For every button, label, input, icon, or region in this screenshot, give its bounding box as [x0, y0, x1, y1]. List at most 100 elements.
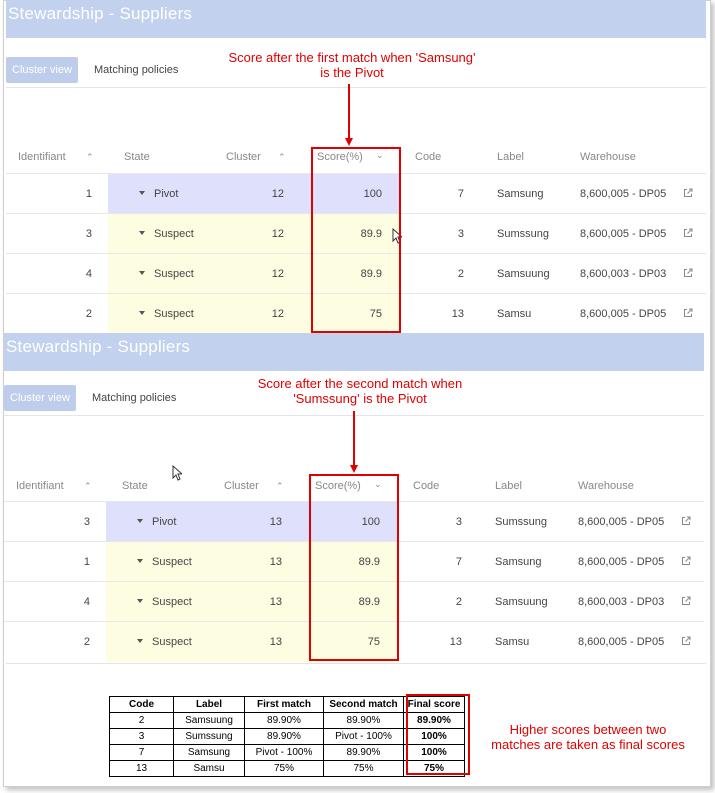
- summary-cell: 13: [109, 760, 174, 777]
- column-cluster[interactable]: Cluster: [224, 480, 259, 492]
- cell-state: Suspect: [154, 268, 194, 280]
- summary-cell: 75%: [244, 760, 324, 777]
- cell-state: Suspect: [154, 228, 194, 240]
- annotation-arrow: [348, 84, 350, 139]
- cell-label: Samsung: [497, 188, 544, 200]
- annotation-second-match: Score after the second match when 'Sumss…: [210, 376, 510, 406]
- sort-chevron-icon[interactable]: ⌃: [276, 481, 284, 492]
- column-label[interactable]: Label: [495, 480, 522, 492]
- summary-cell: 75%: [323, 760, 404, 777]
- cell-warehouse: 8,600,005 - DP05: [578, 516, 665, 528]
- score-highlight-box: [309, 474, 399, 661]
- external-link-icon[interactable]: [681, 636, 691, 646]
- cell-code: 7: [455, 556, 462, 568]
- external-link-icon[interactable]: [683, 188, 693, 198]
- cell-warehouse: 8,600,003 - DP03: [578, 596, 665, 608]
- external-link-icon[interactable]: [683, 268, 693, 278]
- column-code[interactable]: Code: [413, 480, 439, 492]
- summary-cell: Pivot - 100%: [323, 728, 404, 745]
- cell-state: Pivot: [154, 188, 179, 200]
- page-title: Stewardship - Suppliers: [8, 4, 193, 23]
- summary-cell: Samsung: [173, 744, 245, 761]
- summary-cell: 89.90%: [323, 712, 404, 729]
- cell-label: Sumssung: [497, 228, 549, 240]
- annotation-line: is the Pivot: [320, 65, 384, 80]
- cell-identifiant: 4: [85, 268, 92, 280]
- triangle-down-icon[interactable]: [139, 271, 145, 275]
- cell-label: Samsung: [495, 556, 542, 568]
- annotation-arrow: [353, 411, 355, 466]
- cell-cluster: 13: [269, 596, 282, 608]
- annotation-line: Score after the second match when: [257, 376, 463, 391]
- external-link-icon[interactable]: [683, 308, 693, 318]
- column-code[interactable]: Code: [415, 151, 441, 163]
- summary-col-code: Code: [109, 696, 174, 713]
- column-cluster[interactable]: Cluster: [226, 151, 261, 163]
- column-state[interactable]: State: [124, 151, 150, 163]
- summary-cell: Samsuung: [173, 712, 245, 729]
- cell-label: Samsuung: [497, 268, 550, 280]
- cell-warehouse: 8,600,005 - DP05: [578, 636, 665, 648]
- external-link-icon[interactable]: [683, 228, 693, 238]
- page-header: Stewardship - Suppliers: [6, 0, 706, 38]
- annotation-arrowhead: [345, 138, 353, 146]
- cell-state: Suspect: [152, 636, 192, 648]
- cell-cluster: 13: [269, 556, 282, 568]
- summary-col-second-match: Second match: [323, 696, 404, 713]
- cell-identifiant: 3: [85, 228, 92, 240]
- cell-identifiant: 4: [83, 596, 90, 608]
- tab-cluster-view[interactable]: Cluster view: [6, 57, 78, 83]
- column-state[interactable]: State: [122, 480, 148, 492]
- triangle-down-icon[interactable]: [137, 639, 143, 643]
- mouse-cursor-icon: [172, 465, 182, 481]
- external-link-icon[interactable]: [681, 596, 691, 606]
- summary-cell: Pivot - 100%: [244, 744, 324, 761]
- column-identifiant[interactable]: Identifiant: [18, 151, 66, 163]
- external-link-icon[interactable]: [681, 556, 691, 566]
- annotation-line: 'Sumssung' is the Pivot: [293, 391, 427, 406]
- divider: [6, 663, 706, 664]
- cell-label: Samsu: [495, 636, 530, 648]
- cell-identifiant: 3: [83, 516, 90, 528]
- cell-warehouse: 8,600,005 - DP05: [580, 308, 667, 320]
- sort-chevron-icon[interactable]: ⌃: [86, 152, 94, 163]
- cell-state: Suspect: [152, 596, 192, 608]
- cell-code: 3: [455, 516, 462, 528]
- cell-cluster: 12: [271, 268, 284, 280]
- cell-warehouse: 8,600,005 - DP05: [578, 556, 665, 568]
- summary-note-line: matches are taken as final scores: [491, 737, 685, 752]
- cell-cluster: 13: [269, 516, 282, 528]
- panel-first-match: Stewardship - Suppliers Cluster view Mat…: [6, 0, 706, 334]
- cell-label: Samsu: [497, 308, 532, 320]
- cell-label: Samsuung: [495, 596, 548, 608]
- summary-cell: 89.90%: [244, 712, 324, 729]
- cell-identifiant: 1: [83, 556, 90, 568]
- tab-matching-policies[interactable]: Matching policies: [86, 385, 182, 411]
- external-link-icon[interactable]: [681, 516, 691, 526]
- cell-code: 2: [457, 268, 464, 280]
- column-identifiant[interactable]: Identifiant: [16, 480, 64, 492]
- triangle-down-icon[interactable]: [139, 231, 145, 235]
- cell-code: 7: [457, 188, 464, 200]
- tab-matching-policies[interactable]: Matching policies: [88, 57, 184, 83]
- cell-state: Pivot: [152, 516, 177, 528]
- cell-identifiant: 1: [85, 188, 92, 200]
- column-warehouse[interactable]: Warehouse: [580, 151, 636, 163]
- annotation-first-match: Score after the first match when 'Samsun…: [202, 50, 502, 80]
- triangle-down-icon[interactable]: [139, 191, 145, 195]
- column-label[interactable]: Label: [497, 151, 524, 163]
- score-highlight-box: [311, 147, 401, 333]
- triangle-down-icon[interactable]: [137, 599, 143, 603]
- triangle-down-icon[interactable]: [137, 559, 143, 563]
- summary-cell: 3: [109, 728, 174, 745]
- tab-cluster-view[interactable]: Cluster view: [4, 385, 76, 411]
- cell-code: 2: [455, 596, 462, 608]
- sort-chevron-icon[interactable]: ⌃: [278, 152, 286, 163]
- column-warehouse[interactable]: Warehouse: [578, 480, 634, 492]
- cell-state: Suspect: [154, 308, 194, 320]
- cell-code: 3: [457, 228, 464, 240]
- triangle-down-icon[interactable]: [137, 519, 143, 523]
- sort-chevron-icon[interactable]: ⌃: [84, 481, 92, 492]
- summary-cell: 2: [109, 712, 174, 729]
- triangle-down-icon[interactable]: [139, 311, 145, 315]
